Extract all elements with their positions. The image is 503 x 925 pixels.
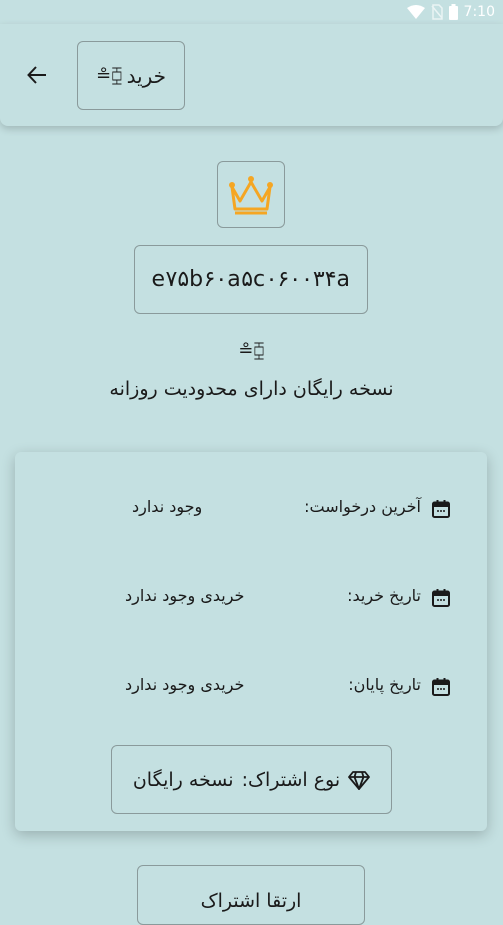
status-bar: 7:10	[0, 0, 503, 24]
diamond-icon	[348, 770, 371, 790]
info-value: وجود ندارد	[132, 497, 203, 516]
info-label: تاریخ خرید:	[347, 586, 421, 605]
upgrade-button-label: ارتقا اشتراک	[200, 890, 302, 912]
subscription-type-chip[interactable]: نوع اشتراک: نسخه رایگان	[111, 745, 392, 814]
free-version-note: نسخه رایگان دارای محدودیت روزانه	[109, 378, 394, 400]
back-button[interactable]	[22, 60, 52, 90]
subscription-value: نسخه رایگان	[132, 768, 234, 791]
status-time: 7:10	[463, 4, 495, 20]
wifi-icon	[406, 5, 425, 19]
info-row-purchase-date: تاریخ خرید: خریدی وجود ندارد	[15, 583, 487, 613]
arrow-left-icon	[27, 66, 46, 84]
info-value: خریدی وجود ندارد	[125, 586, 245, 605]
info-value: خریدی وجود ندارد	[125, 675, 245, 694]
calendar-icon	[432, 589, 450, 607]
upgrade-subscription-button[interactable]: ارتقا اشتراک	[137, 865, 365, 925]
user-card-icon: ≗⧮	[238, 340, 265, 361]
crown-icon	[229, 175, 273, 214]
subscription-info-card: آخرین درخواست: وجود ندارد تاریخ خرید: خر…	[15, 452, 487, 831]
info-row-last-request: آخرین درخواست: وجود ندارد	[15, 494, 487, 524]
app-bar: خرید ≗⧮	[0, 24, 503, 126]
subscription-label: نوع اشتراک:	[241, 768, 341, 791]
info-row-end-date: تاریخ پایان: خریدی وجود ندارد	[15, 672, 487, 702]
no-sim-icon	[430, 4, 443, 20]
user-card-icon: ≗⧮	[95, 65, 123, 86]
battery-icon	[448, 4, 458, 20]
calendar-icon	[432, 500, 450, 518]
account-id: e۷۵b۶۰a۵c۰۶۰۰۳۴a	[151, 267, 351, 292]
crown-badge	[217, 161, 285, 228]
info-label: تاریخ پایان:	[348, 675, 421, 694]
account-id-box[interactable]: e۷۵b۶۰a۵c۰۶۰۰۳۴a	[134, 245, 368, 314]
page-title: خرید	[126, 63, 167, 88]
calendar-icon	[432, 678, 450, 696]
info-label: آخرین درخواست:	[304, 497, 421, 516]
title-chip[interactable]: خرید ≗⧮	[77, 41, 185, 110]
